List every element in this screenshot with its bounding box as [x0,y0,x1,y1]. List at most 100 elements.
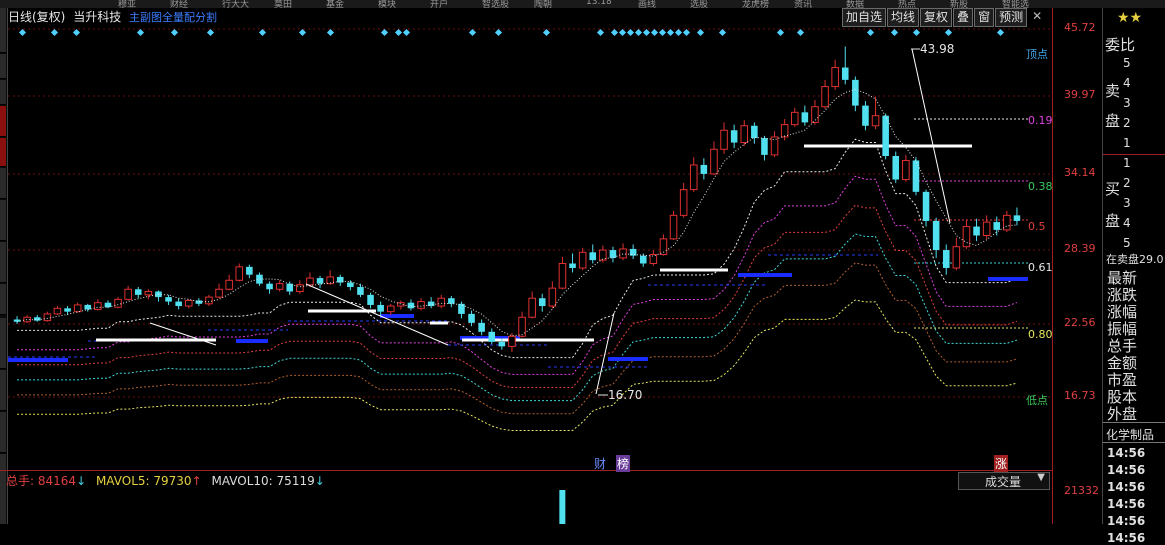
indicator-name[interactable]: 主副图全量配分割 [129,11,217,24]
candle-body [437,297,446,307]
signal-diamond [666,28,675,37]
candle-body [831,67,839,88]
stat-label: 金额 [1107,354,1138,372]
side-tab[interactable] [0,80,6,105]
side-tab[interactable] [0,106,6,137]
signal-diamond [674,28,683,37]
top-menu-item[interactable]: 画线 [638,0,656,8]
add-watchlist-button[interactable]: 加自选 [842,8,887,27]
overlay-button[interactable]: 叠 [953,8,974,27]
top-menu-item[interactable]: 模块 [378,0,396,8]
signal-diamond [380,28,389,37]
signal-diamond [796,28,805,37]
rise-badge[interactable]: 涨 [994,455,1009,472]
moving-average-button[interactable]: 均线 [887,8,920,27]
price-tick-label: 45.72 [1064,21,1096,34]
candle-body [377,304,384,312]
side-tab[interactable] [0,370,6,411]
sell-level-label: 3 [1123,96,1131,110]
top-menu-item[interactable]: 龙虎榜 [742,0,769,8]
stat-label: 总手 [1107,337,1138,355]
adjust-button[interactable]: 复权 [920,8,953,27]
star-icon[interactable]: ★★ [1117,10,1142,26]
signal-diamond [542,28,551,37]
stat-label: 振幅 [1107,320,1138,338]
side-tab[interactable] [0,8,6,33]
top-menu-item[interactable]: 陶朝 [534,0,552,8]
candle-body [609,250,617,258]
side-tab[interactable] [0,454,6,525]
bottom-point-label: 低点 [1026,394,1048,407]
side-tab[interactable] [0,168,6,199]
industry-label[interactable]: 化学制品 [1106,426,1154,443]
signal-diamond [402,28,411,37]
side-tab[interactable] [0,200,6,241]
price-tick-label: 28.39 [1064,242,1096,255]
list-badge[interactable]: 榜 [616,455,631,472]
candle-body [740,125,749,144]
top-menu-item[interactable]: 基金 [326,0,344,8]
candle-body [689,164,698,191]
signal-diamond [206,28,215,37]
signal-diamond [468,28,477,37]
candle-body [841,67,849,80]
signal-diamond [494,28,503,37]
stat-label: 股本 [1107,388,1138,406]
candle-body [184,299,193,307]
top-menu-item[interactable]: 智选股 [482,0,509,8]
period-label: 日线(复权) [8,10,66,24]
window-button[interactable]: 窗 [974,8,995,27]
top-menu-item[interactable]: 数据 [846,0,864,8]
signal-diamond [944,28,953,37]
signal-diamond [626,28,635,37]
candle-body [407,302,415,309]
side-tab[interactable] [0,138,6,167]
finance-badge[interactable]: 财 [594,455,606,472]
candle-body [266,283,273,290]
chart-title: 日线(复权) 当升科技 主副图全量配分割 [8,8,217,26]
sell-level-label: 2 [1123,116,1131,130]
sell-label-2: 盘 [1105,112,1121,130]
top-menu-item[interactable]: 财经 [170,0,188,8]
top-menu-item[interactable]: 莫田 [274,0,292,8]
top-menu-item[interactable]: 选股 [690,0,708,8]
commission-ratio-label: 委比 [1105,36,1136,54]
candle-body [982,221,991,237]
candle-body [528,297,536,318]
stat-label: 涨跌 [1107,286,1138,304]
candlestick-chart[interactable]: 43.98 16.70 顶点低点 0.19 0.38 0.5 0.61 0.80 [8,27,1052,467]
signal-diamond [170,28,179,37]
top-menu-item[interactable]: 智能选 [1002,0,1029,8]
side-tab[interactable] [0,412,6,453]
buy-label-1: 买 [1105,180,1121,198]
candle-body [932,220,940,251]
signal-diamond [776,28,785,37]
side-tab[interactable] [0,318,6,369]
side-tab[interactable] [0,284,6,315]
top-menu-item[interactable]: 新股 [950,0,968,8]
side-tab[interactable] [0,54,6,79]
candle-body [751,125,758,139]
forecast-button[interactable]: 预测 [995,8,1028,27]
close-icon[interactable]: ✕ [1028,8,1046,25]
left-side-tabs[interactable] [0,8,8,525]
candle-body [558,263,567,289]
trade-time: 14:56 [1107,497,1146,511]
side-tab[interactable] [0,32,6,53]
signal-diamond [634,28,643,37]
signal-diamond [996,28,1005,37]
signal-diamond [618,28,627,37]
side-tab[interactable] [0,242,6,283]
top-menu-item[interactable]: 行大大 [222,0,249,8]
candle-body [790,111,799,126]
quote-panel: ★★ 委比 卖 盘 5 4 3 2 1 买 盘 1 2 3 4 5 在卖盘29.0 最新 涨跌 涨幅… [1102,8,1165,545]
fib-level-label: 0.38 [1028,180,1052,193]
top-menu-item[interactable]: 13.18 [586,0,612,7]
candle-body [144,290,153,296]
top-menu-item[interactable]: 热点 [898,0,916,8]
top-menu-item[interactable]: 开户 [430,0,448,8]
top-menu-item[interactable]: 穆亚 [118,0,136,8]
candle-body [821,86,829,108]
candle-body [770,136,779,156]
top-menu-item[interactable]: 资讯 [794,0,812,8]
